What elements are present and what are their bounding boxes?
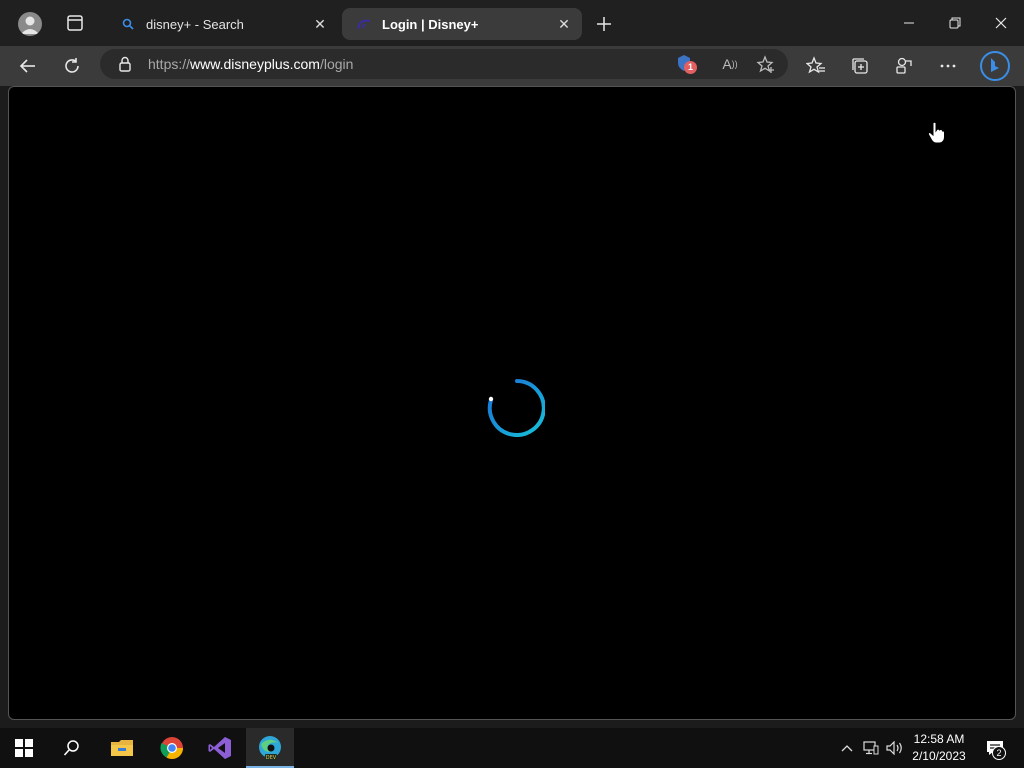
visual-studio-icon[interactable] — [196, 728, 244, 768]
navigation-toolbar: https://www.disneyplus.com/login 1 A)) — [0, 46, 1024, 86]
system-clock[interactable]: 12:58 AM 2/10/2023 — [906, 731, 972, 765]
close-window-button[interactable] — [978, 0, 1024, 46]
show-hidden-icons-chevron-icon[interactable] — [836, 738, 858, 758]
search-icon[interactable] — [48, 728, 96, 768]
back-button[interactable] — [12, 50, 44, 82]
refresh-button[interactable] — [56, 50, 88, 82]
minimize-button[interactable] — [886, 0, 932, 46]
loading-spinner — [481, 373, 546, 437]
hand-cursor-icon — [927, 121, 947, 145]
url-host: www.disneyplus.com — [190, 56, 320, 72]
clock-date: 2/10/2023 — [912, 749, 966, 763]
disney-plus-logo-icon — [356, 16, 372, 32]
url-path: /login — [319, 56, 354, 72]
url-scheme: https:// — [148, 56, 191, 72]
restore-button[interactable] — [932, 0, 978, 46]
collections-button[interactable] — [844, 50, 876, 82]
edge-dev-icon[interactable]: DEV — [246, 728, 294, 768]
page-content — [8, 86, 1016, 720]
search-icon — [120, 16, 136, 32]
svg-text:DEV: DEV — [266, 755, 277, 761]
extensions-button[interactable] — [888, 50, 920, 82]
favorites-button[interactable] — [800, 50, 832, 82]
volume-icon[interactable] — [884, 738, 906, 758]
taskbar: DEV 12:58 AM 2/10/2023 2 — [0, 728, 1024, 768]
file-explorer-icon[interactable] — [98, 728, 146, 768]
chrome-icon[interactable] — [148, 728, 196, 768]
tab-title: disney+ - Search — [146, 16, 244, 32]
address-bar[interactable]: https://www.disneyplus.com/login 1 A)) — [100, 49, 788, 79]
tab-login-disney[interactable]: Login | Disney+ ✕ — [342, 8, 582, 40]
tracking-count-badge: 1 — [684, 61, 697, 74]
bing-copilot-icon[interactable] — [978, 50, 1012, 82]
profile-avatar[interactable] — [18, 12, 42, 36]
clock-time: 12:58 AM — [913, 732, 965, 746]
tab-search[interactable]: disney+ - Search ✕ — [106, 8, 338, 40]
new-tab-button[interactable] — [590, 10, 618, 38]
notification-count-badge: 2 — [992, 746, 1006, 760]
network-icon[interactable] — [860, 738, 882, 758]
more-options-button[interactable] — [932, 50, 964, 82]
tracking-prevention-icon[interactable]: 1 — [674, 53, 698, 75]
add-favorite-icon[interactable] — [756, 55, 776, 75]
read-aloud-icon[interactable]: A)) — [720, 55, 740, 73]
tab-title: Login | Disney+ — [382, 16, 479, 32]
notification-center-icon[interactable]: 2 — [982, 738, 1008, 760]
close-tab-icon[interactable]: ✕ — [552, 12, 576, 36]
close-tab-icon[interactable]: ✕ — [308, 12, 332, 36]
start-icon[interactable] — [0, 728, 48, 768]
url-text[interactable]: https://www.disneyplus.com/login — [148, 56, 353, 72]
title-bar: disney+ - Search ✕ Login | Disney+ ✕ — [0, 0, 1024, 46]
tab-actions-icon[interactable] — [66, 14, 84, 32]
lock-icon[interactable] — [118, 56, 132, 72]
